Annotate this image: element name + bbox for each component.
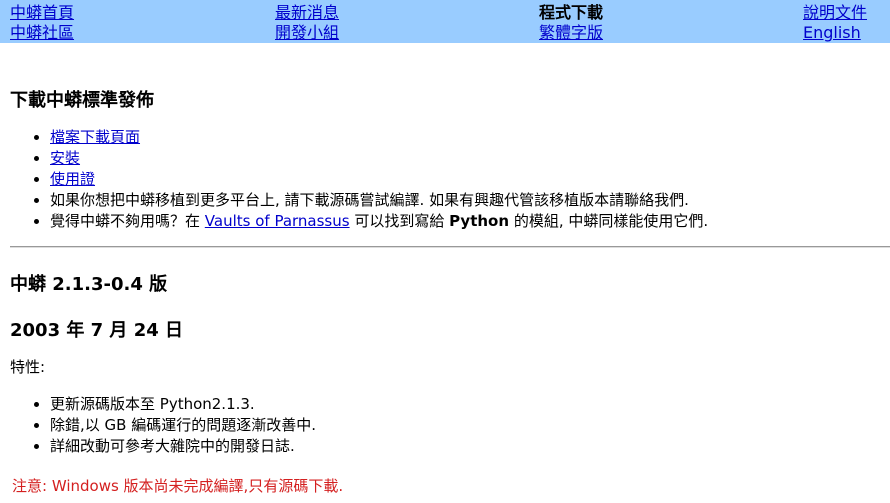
- windows-build-note: 注意: Windows 版本尚未完成編譯,只有源碼下載.: [12, 477, 344, 495]
- list-item: 更新源碼版本至 Python2.1.3.: [50, 394, 890, 415]
- top-navigation-bar: 中蟒首頁 最新消息 程式下載 說明文件 中蟒社區 開發小組 繁體字版 Engli…: [0, 0, 890, 43]
- link-install[interactable]: 安裝: [50, 149, 80, 167]
- list-item: 檔案下載頁面: [50, 127, 890, 148]
- features-list: 更新源碼版本至 Python2.1.3. 除錯,以 GB 編碼運行的問題逐漸改善…: [10, 394, 890, 457]
- link-license[interactable]: 使用證: [50, 170, 95, 188]
- nav-link-community[interactable]: 中蟒社區: [10, 22, 74, 43]
- nav-link-news[interactable]: 最新消息: [275, 2, 339, 23]
- port-info-text: 如果你想把中蟒移植到更多平台上, 請下載源碼嘗試編譯. 如果有興趣代管該移植版本…: [50, 191, 689, 209]
- nav-link-devgroup[interactable]: 開發小組: [275, 22, 339, 43]
- nav-link-traditional[interactable]: 繁體字版: [539, 22, 603, 43]
- list-item: 詳細改動可參考大雜院中的開發日誌.: [50, 436, 890, 457]
- list-item: 除錯,以 GB 編碼運行的問題逐漸改善中.: [50, 415, 890, 436]
- release-version-heading: 中蟒 2.1.3-0.4 版: [10, 274, 168, 295]
- nav-current-download: 程式下載: [539, 3, 604, 22]
- features-label: 特性:: [10, 358, 46, 376]
- list-item: 使用證: [50, 169, 890, 190]
- nav-link-english[interactable]: English: [803, 22, 861, 43]
- download-links-list: 檔案下載頁面 安裝 使用證 如果你想把中蟒移植到更多平台上, 請下載源碼嘗試編譯…: [10, 127, 890, 232]
- modules-prefix-text: 覺得中蟒不夠用嗎？在: [50, 212, 201, 230]
- nav-link-docs[interactable]: 說明文件: [803, 2, 867, 23]
- link-vaults-of-parnassus[interactable]: Vaults of Parnassus: [205, 212, 350, 230]
- horizontal-divider: [10, 246, 890, 248]
- list-item-modules: 覺得中蟒不夠用嗎？在 Vaults of Parnassus 可以找到寫給 Py…: [50, 211, 890, 232]
- link-file-download-page[interactable]: 檔案下載頁面: [50, 128, 140, 146]
- modules-suffix-text: 的模組, 中蟒同樣能使用它們.: [513, 212, 709, 230]
- list-item: 安裝: [50, 148, 890, 169]
- modules-middle-text: 可以找到寫給: [354, 212, 445, 230]
- section-title-download: 下載中蟒標準發佈: [10, 90, 154, 111]
- release-date-heading: 2003 年 7 月 24 日: [10, 320, 184, 341]
- modules-python-bold: Python: [449, 212, 510, 230]
- nav-link-home[interactable]: 中蟒首頁: [10, 2, 74, 23]
- list-item-port-info: 如果你想把中蟒移植到更多平台上, 請下載源碼嘗試編譯. 如果有興趣代管該移植版本…: [50, 190, 890, 211]
